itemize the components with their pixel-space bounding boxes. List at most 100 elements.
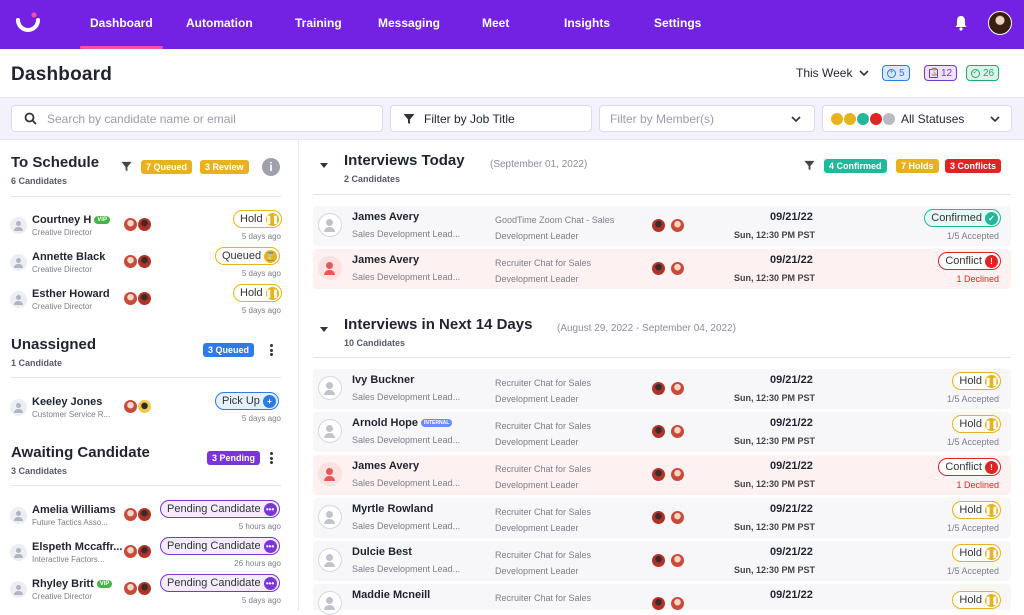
funnel-icon[interactable] <box>804 160 815 171</box>
member-filter[interactable]: Filter by Member(s) <box>599 105 815 132</box>
app-logo[interactable] <box>14 10 42 38</box>
next-14-days-count: 10 Candidates <box>344 338 406 348</box>
hold-status-pill[interactable]: Hold ❚❚ <box>233 210 282 228</box>
meeting-title: Recruiter Chat for Sales Development Lea… <box>495 507 592 533</box>
interview-date: 09/21/22 <box>770 460 813 472</box>
job-title-filter[interactable]: Filter by Job Title <box>390 105 592 132</box>
candidate-row[interactable]: Keeley Jones Customer Service R... Pick … <box>0 390 299 427</box>
interview-row[interactable]: James Avery Sales Development Lead... Go… <box>313 206 1011 246</box>
hold-status-pill[interactable]: Hold ❚❚ <box>952 415 1001 433</box>
candidate-name: Dulcie Best <box>352 546 412 558</box>
search-icon <box>24 112 37 125</box>
week-dropdown-label: This Week <box>796 66 853 80</box>
hold-status-pill[interactable]: Hold ❚❚ <box>952 591 1001 609</box>
pending-candidate-pill[interactable]: Pending Candidate ••• <box>160 574 280 592</box>
interview-row[interactable]: Arnold Hope INTERNAL Sales Development Le… <box>313 412 1011 452</box>
chevron-down-icon <box>791 115 801 122</box>
interview-row[interactable]: Myrtle Rowland Sales Development Lead...… <box>313 498 1011 538</box>
nav-tab-meet[interactable]: Meet <box>482 0 509 49</box>
hold-status-pill[interactable]: Hold ❚❚ <box>233 284 282 302</box>
pause-icon: ❚❚ <box>984 503 999 517</box>
count-chip-scheduled[interactable]: + 5 <box>882 65 910 81</box>
conflict-status-pill[interactable]: Conflict! <box>938 458 1001 476</box>
candidate-avatar <box>10 291 27 308</box>
count-chip-pending[interactable]: ⌛ 12 <box>924 65 958 81</box>
candidate-row[interactable]: Elspeth Mccaffr... Interactive Factors..… <box>0 535 299 572</box>
review-badge[interactable]: 3 Review <box>200 160 249 174</box>
candidate-row[interactable]: Annette Black Creative Director Queued ⌛ … <box>0 245 299 282</box>
candidate-row[interactable]: Amelia Williams Future Tactics Asso... P… <box>0 498 299 535</box>
interviewer-avatar <box>652 219 665 232</box>
candidate-name: Elspeth Mccaffr... <box>32 541 123 553</box>
relative-time: 5 days ago <box>241 596 281 605</box>
collapse-caret-icon[interactable] <box>320 327 328 332</box>
exclamation-icon: ! <box>985 254 998 268</box>
meeting-title: Recruiter Chat for Sales <box>495 593 592 603</box>
week-dropdown[interactable]: This Week <box>796 66 870 80</box>
confirmed-badge[interactable]: 4 Confirmed <box>824 159 887 173</box>
hold-status-pill[interactable]: Hold ❚❚ <box>952 501 1001 519</box>
candidate-row[interactable]: Esther Howard Creative Director Hold ❚❚ 5… <box>0 282 299 319</box>
meeting-title: Recruiter Chat for Sales Development Lea… <box>495 378 592 404</box>
interview-date: 09/21/22 <box>770 374 813 386</box>
queued-status-pill[interactable]: Queued ⌛ <box>215 247 281 265</box>
interviewer-avatar <box>671 262 684 275</box>
queued-badge[interactable]: 7 Queued <box>141 160 193 174</box>
more-options-icon[interactable] <box>270 452 274 464</box>
candidate-name: Esther Howard <box>32 288 110 300</box>
interviewer-avatar <box>671 554 684 567</box>
meeting-title: Recruiter Chat for Sales Development Lea… <box>495 421 592 447</box>
nav-tab-training[interactable]: Training <box>295 0 342 49</box>
interview-row[interactable]: James Avery Sales Development Lead... Re… <box>313 455 1011 495</box>
interview-row[interactable]: James Avery Sales Development Lead... Re… <box>313 249 1011 289</box>
conflict-status-pill[interactable]: Conflict! <box>938 252 1001 270</box>
interviews-today-date: (September 01, 2022) <box>490 159 588 170</box>
candidate-name: Arnold Hope INTERNAL <box>352 417 453 429</box>
nav-tab-automation[interactable]: Automation <box>186 0 253 49</box>
more-options-icon[interactable] <box>270 344 274 356</box>
status-icons <box>831 112 895 125</box>
hold-status-pill[interactable]: Hold ❚❚ <box>952 372 1001 390</box>
candidate-name: James Avery <box>352 211 420 223</box>
holds-badge[interactable]: 7 Holds <box>896 159 939 173</box>
conflicts-badge[interactable]: 3 Conflicts <box>945 159 1002 173</box>
unassigned-title: Unassigned <box>11 336 97 353</box>
pause-icon: ❚❚ <box>984 593 999 607</box>
nav-tab-insights[interactable]: Insights <box>564 0 610 49</box>
funnel-icon[interactable] <box>121 161 132 172</box>
interview-row[interactable]: Dulcie Best Sales Development Lead... Re… <box>313 541 1011 581</box>
confirmed-status-pill[interactable]: Confirmed ✓ <box>924 209 1001 227</box>
candidate-role: Future Tactics Asso... <box>32 518 108 527</box>
interviews-today-count: 2 Candidates <box>344 174 401 184</box>
interview-row[interactable]: Ivy Buckner Sales Development Lead... Re… <box>313 369 1011 409</box>
candidate-row[interactable]: Rhyley Britt VIP Creative Director Pendin… <box>0 572 299 609</box>
nav-tab-settings[interactable]: Settings <box>654 0 701 49</box>
check-icon: ✓ <box>985 211 998 225</box>
candidate-role: Sales Development Lead... <box>352 392 461 402</box>
candidate-avatar <box>318 548 342 572</box>
candidate-row[interactable]: Courtney H VIP Creative Director Hold ❚❚ 5… <box>0 208 299 245</box>
interviewer-avatar <box>138 545 151 558</box>
pending-badge[interactable]: 3 Pending <box>207 451 261 465</box>
interview-row[interactable]: Maddie Mcneill Recruiter Chat for Sales … <box>313 584 1011 615</box>
collapse-caret-icon[interactable] <box>320 163 328 168</box>
pending-candidate-pill[interactable]: Pending Candidate ••• <box>160 500 280 518</box>
info-icon[interactable]: i <box>262 158 280 176</box>
pick-up-button[interactable]: Pick Up + <box>215 392 279 410</box>
internal-badge: INTERNAL <box>421 419 453 427</box>
search-input[interactable]: Search by candidate name or email <box>11 105 383 132</box>
pending-candidate-pill[interactable]: Pending Candidate ••• <box>160 537 280 555</box>
status-filter[interactable]: All Statuses <box>822 105 1012 132</box>
next-14-days-title: Interviews in Next 14 Days <box>344 316 533 333</box>
candidate-name: James Avery <box>352 254 420 266</box>
user-avatar[interactable] <box>988 11 1012 35</box>
ellipsis-icon: ••• <box>263 502 277 516</box>
nav-tab-dashboard[interactable]: Dashboard <box>80 0 163 49</box>
candidate-name: Myrtle Rowland <box>352 503 434 515</box>
nav-tab-messaging[interactable]: Messaging <box>378 0 440 49</box>
queued-badge[interactable]: 3 Queued <box>203 343 255 357</box>
bell-icon[interactable] <box>954 15 968 31</box>
count-chip-confirmed[interactable]: ✓ 26 <box>966 65 1000 81</box>
hold-status-pill[interactable]: Hold ❚❚ <box>952 544 1001 562</box>
candidate-role: Creative Director <box>32 302 93 311</box>
